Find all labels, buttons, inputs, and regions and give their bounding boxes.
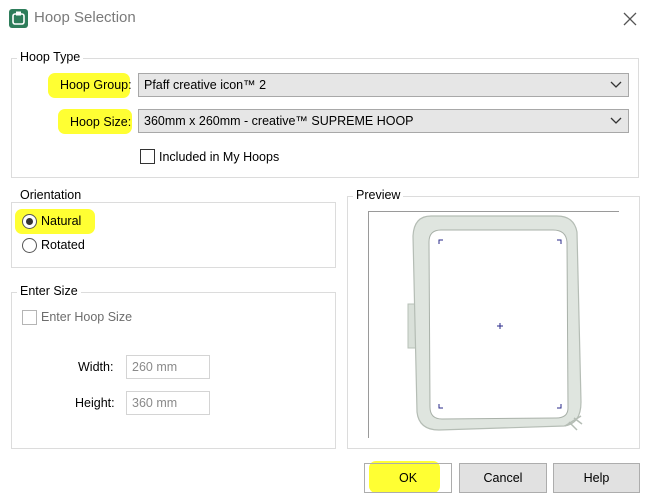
hoop-size-label: Hoop Size:	[70, 115, 132, 129]
hoop-size-value: 360mm x 260mm - creative™ SUPREME HOOP	[144, 114, 414, 128]
rotated-label: Rotated	[41, 238, 85, 252]
close-icon[interactable]	[620, 9, 640, 29]
width-label: Width:	[78, 360, 114, 374]
width-input[interactable]: 260 mm	[126, 355, 210, 379]
enter-hoop-size-label: Enter Hoop Size	[41, 310, 133, 324]
chevron-down-icon	[610, 117, 622, 124]
hoop-group-select[interactable]: Pfaff creative icon™ 2	[138, 73, 629, 97]
rotated-radio[interactable]	[22, 238, 37, 253]
title-bar: Hoop Selection	[0, 0, 649, 38]
cancel-button[interactable]: Cancel	[459, 463, 547, 493]
orientation-legend: Orientation	[17, 188, 85, 202]
hoop-frame-graphic	[407, 215, 583, 431]
height-label: Height:	[75, 396, 115, 410]
hoop-app-icon	[9, 9, 28, 28]
hoop-size-select[interactable]: 360mm x 260mm - creative™ SUPREME HOOP	[138, 109, 629, 133]
included-in-my-hoops-checkbox[interactable]	[140, 149, 155, 164]
window-title: Hoop Selection	[34, 9, 136, 26]
natural-radio[interactable]	[22, 214, 37, 229]
hoop-group-label: Hoop Group:	[60, 78, 132, 92]
help-button[interactable]: Help	[553, 463, 640, 493]
ok-button[interactable]: OK	[364, 463, 452, 493]
natural-label: Natural	[41, 214, 82, 228]
chevron-down-icon	[610, 81, 622, 88]
hoop-type-legend: Hoop Type	[17, 50, 84, 64]
enter-size-legend: Enter Size	[17, 284, 81, 298]
hoop-group-value: Pfaff creative icon™ 2	[144, 78, 267, 92]
enter-hoop-size-checkbox[interactable]	[22, 310, 37, 325]
included-in-my-hoops-label: Included in My Hoops	[159, 150, 280, 164]
hoop-preview	[368, 211, 619, 438]
preview-legend: Preview	[353, 188, 404, 202]
height-input[interactable]: 360 mm	[126, 391, 210, 415]
